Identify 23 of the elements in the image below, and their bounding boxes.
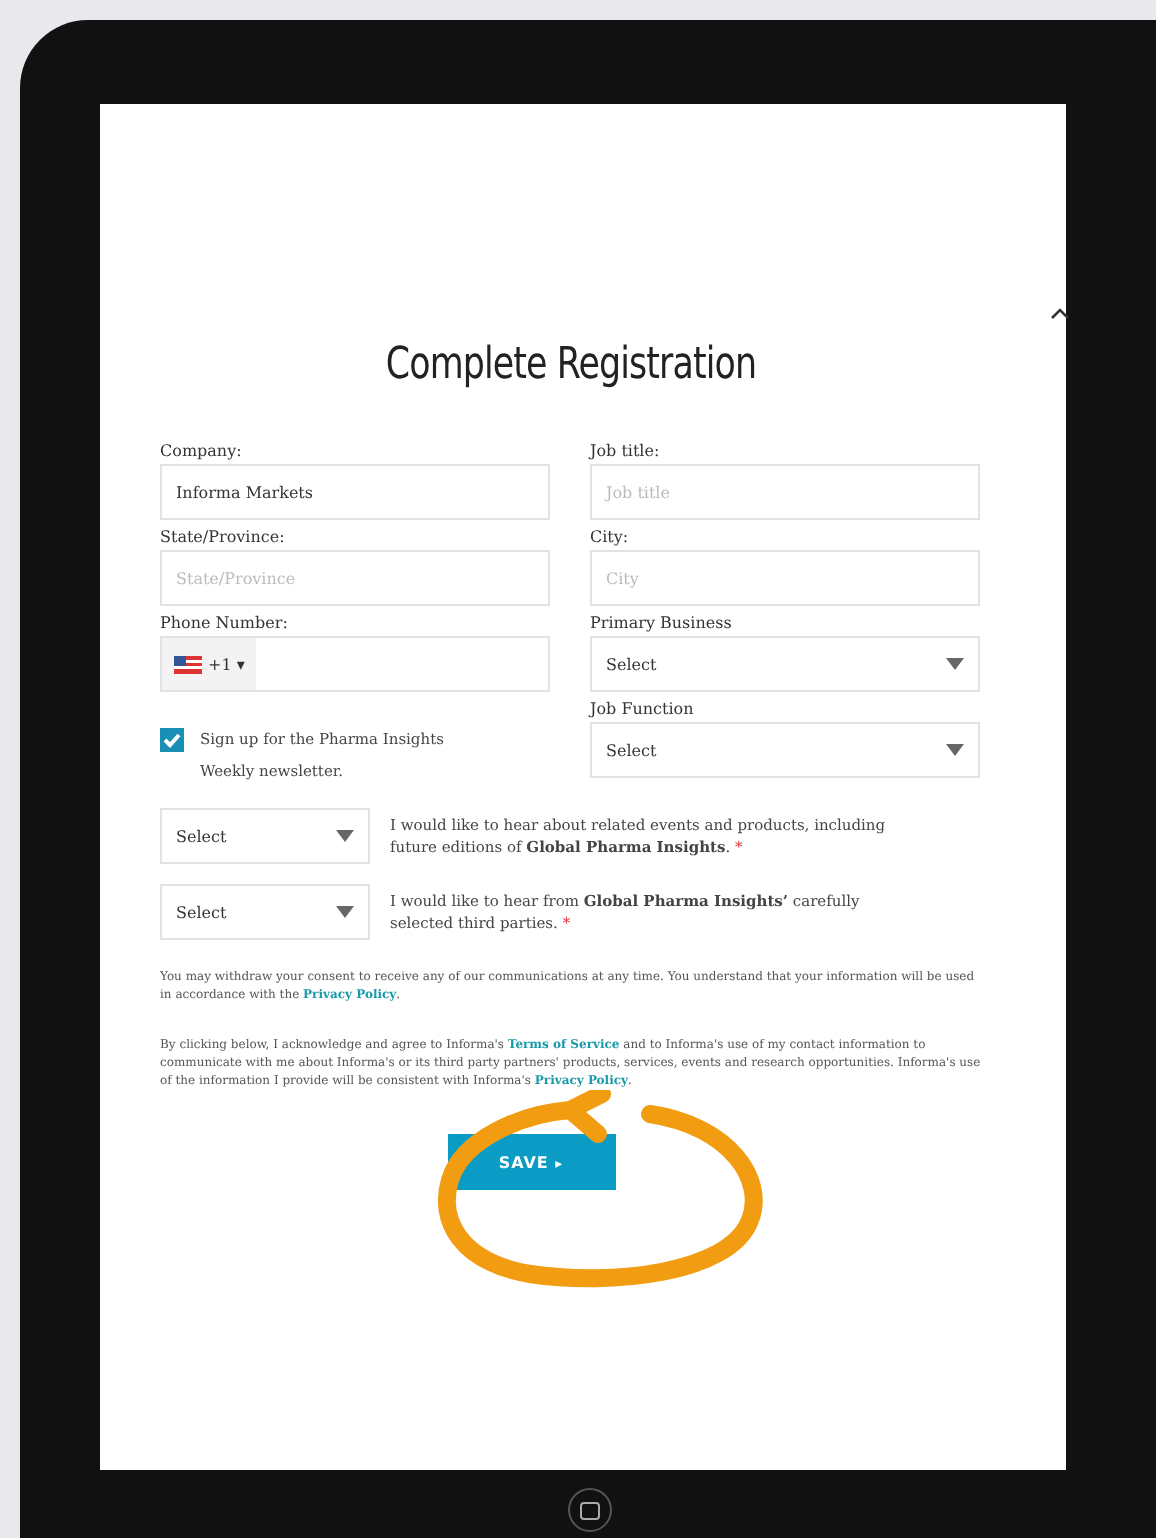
field-label: Job title: xyxy=(590,442,662,460)
select-dropdown[interactable]: Select xyxy=(160,808,370,864)
field-label: City: xyxy=(590,528,631,546)
phone-field[interactable]: +1 ▾ xyxy=(160,636,550,692)
field-label: State/Province: xyxy=(160,528,287,546)
select-dropdown[interactable]: Select xyxy=(590,636,980,692)
field-label: Company: xyxy=(160,442,244,460)
caret-icon[interactable] xyxy=(1050,308,1070,320)
dropdown-arrow-icon xyxy=(336,906,354,918)
home-button[interactable] xyxy=(568,1488,612,1532)
select-dropdown[interactable]: Select xyxy=(590,722,980,778)
select-dropdown[interactable]: Select xyxy=(160,884,370,940)
dropdown-arrow-icon xyxy=(946,744,964,756)
dropdown-arrow-icon xyxy=(336,830,354,842)
input-field[interactable]: Informa Markets xyxy=(160,464,550,520)
checkbox[interactable] xyxy=(160,728,184,752)
flag-icon xyxy=(174,655,202,673)
page-title: Complete Registration xyxy=(383,340,759,390)
field-label: Phone Number: xyxy=(160,614,290,632)
field-label: Job Function xyxy=(590,700,696,718)
field-label: Primary Business xyxy=(590,614,734,632)
country-code-dropdown[interactable]: +1 ▾ xyxy=(162,638,257,690)
dropdown-arrow-icon xyxy=(946,658,964,670)
